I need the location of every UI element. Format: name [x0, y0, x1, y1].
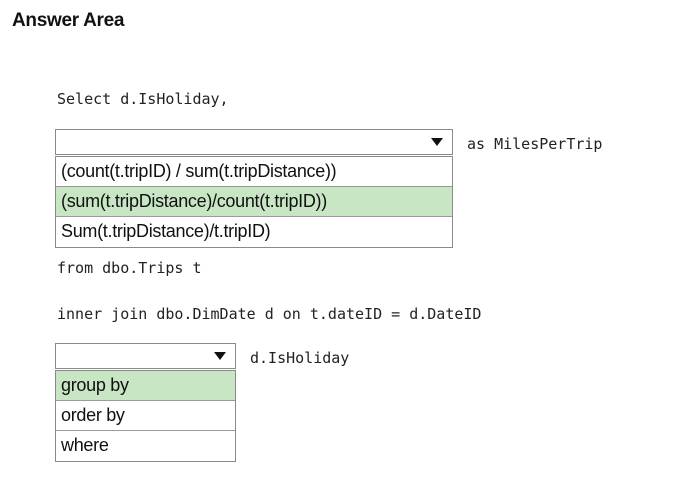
miles-per-trip-options: (count(t.tripID) / sum(t.tripDistance)) …: [55, 156, 453, 248]
code-from-line: from dbo.Trips t: [57, 259, 202, 277]
dropdown-option-selected[interactable]: (sum(t.tripDistance)/count(t.tripID)): [56, 187, 452, 217]
answer-area-title: Answer Area: [12, 10, 125, 31]
code-alias: as MilesPerTrip: [467, 135, 603, 153]
clause-dropdown[interactable]: [55, 343, 236, 369]
chevron-down-icon[interactable]: [422, 130, 452, 154]
chevron-down-icon[interactable]: [205, 344, 235, 368]
clause-options: group by order by where: [55, 370, 236, 462]
dropdown-option-selected[interactable]: group by: [56, 371, 235, 401]
code-group-column: d.IsHoliday: [250, 349, 350, 367]
code-join-line: inner join dbo.DimDate d on t.dateID = d…: [57, 305, 482, 323]
dropdown-option[interactable]: Sum(t.tripDistance)/t.tripID): [56, 217, 452, 247]
dropdown-option[interactable]: (count(t.tripID) / sum(t.tripDistance)): [56, 157, 452, 187]
dropdown-option[interactable]: order by: [56, 401, 235, 431]
code-select-line: Select d.IsHoliday,: [57, 90, 229, 108]
miles-per-trip-dropdown[interactable]: [55, 129, 453, 155]
dropdown-option[interactable]: where: [56, 431, 235, 461]
